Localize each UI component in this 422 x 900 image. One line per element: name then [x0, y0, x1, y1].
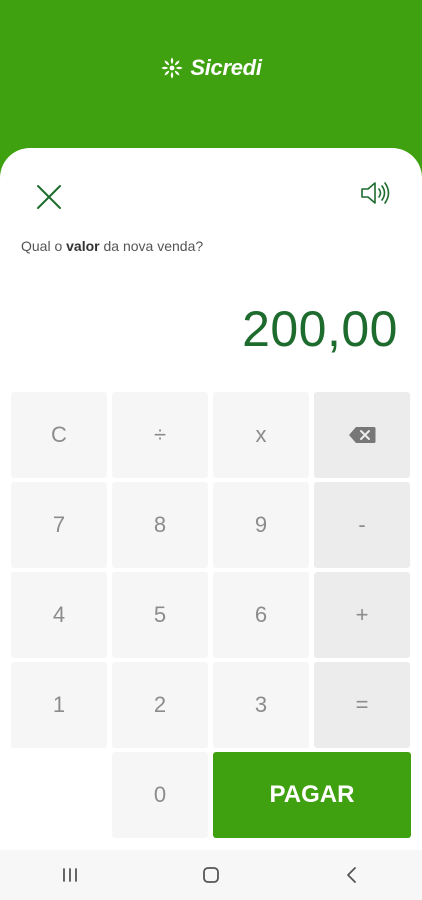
close-button[interactable] — [30, 178, 68, 216]
equals-key[interactable]: = — [314, 662, 410, 748]
digit-1-key[interactable]: 1 — [11, 662, 107, 748]
minus-key[interactable]: - — [314, 482, 410, 568]
sicredi-logo: Sicredi — [0, 55, 422, 81]
pay-button[interactable]: PAGAR — [213, 752, 411, 838]
backspace-key[interactable] — [314, 392, 410, 478]
digit-6-key[interactable]: 6 — [213, 572, 309, 658]
question-highlight: valor — [66, 238, 100, 254]
digit-3-key[interactable]: 3 — [213, 662, 309, 748]
system-nav-bar — [0, 850, 422, 900]
recents-button[interactable] — [40, 855, 100, 895]
question-suffix: da nova venda? — [99, 238, 204, 254]
divide-key[interactable]: ÷ — [112, 392, 208, 478]
digit-9-key[interactable]: 9 — [213, 482, 309, 568]
sicredi-logo-icon — [161, 57, 183, 79]
multiply-key[interactable]: x — [213, 392, 309, 478]
clear-key[interactable]: C — [11, 392, 107, 478]
plus-key[interactable]: + — [314, 572, 410, 658]
question-prefix: Qual o — [21, 238, 67, 254]
amount-display: 200,00 — [242, 301, 398, 357]
home-button[interactable] — [181, 855, 241, 895]
recents-icon — [63, 868, 78, 882]
brand-name: Sicredi — [190, 55, 262, 80]
app-header: Sicredi — [0, 0, 422, 160]
digit-5-key[interactable]: 5 — [112, 572, 208, 658]
amount-question: Qual o valor da nova venda? — [21, 238, 203, 254]
home-icon — [203, 867, 219, 883]
digit-8-key[interactable]: 8 — [112, 482, 208, 568]
close-icon — [37, 185, 61, 209]
digit-4-key[interactable]: 4 — [11, 572, 107, 658]
speaker-icon — [361, 182, 390, 204]
back-icon — [346, 867, 356, 883]
digit-0-key[interactable]: 0 — [112, 752, 208, 838]
sale-sheet: Qual o valor da nova venda? 200,00 C ÷ x… — [0, 148, 422, 850]
digit-2-key[interactable]: 2 — [112, 662, 208, 748]
backspace-icon — [349, 427, 376, 443]
digit-7-key[interactable]: 7 — [11, 482, 107, 568]
back-button[interactable] — [322, 855, 382, 895]
speaker-button[interactable] — [355, 176, 395, 210]
